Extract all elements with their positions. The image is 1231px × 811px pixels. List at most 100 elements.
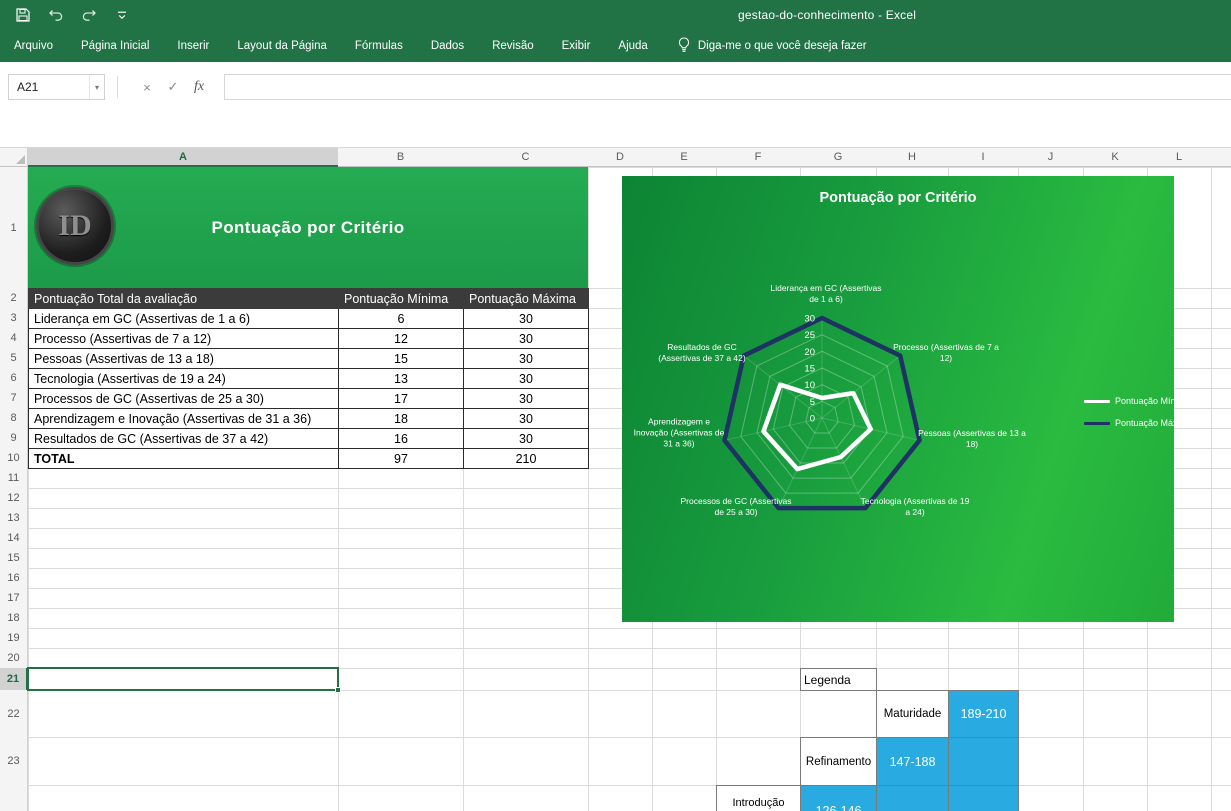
- score-cell[interactable]: 30: [464, 409, 589, 429]
- redo-icon[interactable]: [80, 6, 98, 24]
- column-header-G[interactable]: G: [800, 148, 877, 167]
- score-cell[interactable]: 210: [464, 449, 589, 469]
- row-header-partial[interactable]: [0, 785, 28, 811]
- ribbon-tab-página-inicial[interactable]: Página Inicial: [81, 30, 149, 62]
- enter-icon[interactable]: ✓: [160, 74, 186, 100]
- ribbon-tab-fórmulas[interactable]: Fórmulas: [355, 30, 403, 62]
- ribbon-tab-inserir[interactable]: Inserir: [177, 30, 209, 62]
- legend-level-label[interactable]: Introdução (Expansão): [716, 785, 801, 811]
- legend-item-max[interactable]: Pontuação Máxima: [1084, 418, 1174, 428]
- row-header-11[interactable]: 11: [0, 468, 28, 489]
- legend-empty-cell[interactable]: [948, 785, 1019, 811]
- column-header-A[interactable]: A: [28, 148, 339, 167]
- column-header-L[interactable]: L: [1147, 148, 1212, 167]
- score-cell[interactable]: 17: [339, 389, 464, 409]
- score-cell[interactable]: 30: [464, 349, 589, 369]
- score-cell[interactable]: 15: [339, 349, 464, 369]
- cancel-icon[interactable]: ×: [134, 74, 160, 100]
- select-all-corner[interactable]: [0, 148, 28, 167]
- row-header-12[interactable]: 12: [0, 488, 28, 509]
- undo-icon[interactable]: [47, 6, 65, 24]
- ribbon-tab-ajuda[interactable]: Ajuda: [618, 30, 647, 62]
- criterion-cell[interactable]: Processos de GC (Assertivas de 25 a 30): [29, 389, 339, 409]
- fill-handle[interactable]: [335, 687, 341, 693]
- name-box[interactable]: A21 ▾: [8, 74, 105, 100]
- row-header-8[interactable]: 8: [0, 408, 28, 429]
- selected-cell-a21[interactable]: [27, 667, 339, 691]
- row-header-10[interactable]: 10: [0, 448, 28, 469]
- criterion-cell[interactable]: Pessoas (Assertivas de 13 a 18): [29, 349, 339, 369]
- customize-toolbar-icon[interactable]: [113, 6, 131, 24]
- row-header-5[interactable]: 5: [0, 348, 28, 369]
- legend-level-label[interactable]: Refinamento: [800, 737, 877, 786]
- row-header-7[interactable]: 7: [0, 388, 28, 409]
- criterion-cell[interactable]: Processo (Assertivas de 7 a 12): [29, 329, 339, 349]
- column-header-H[interactable]: H: [876, 148, 949, 167]
- column-header-F[interactable]: F: [716, 148, 801, 167]
- legend-empty-cell[interactable]: [948, 737, 1019, 786]
- criterion-cell[interactable]: Resultados de GC (Assertivas de 37 a 42): [29, 429, 339, 449]
- legend-level-range[interactable]: 126-146: [800, 785, 877, 811]
- row-header-22[interactable]: 22: [0, 690, 28, 738]
- row-header-19[interactable]: 19: [0, 628, 28, 649]
- insert-function-icon[interactable]: fx: [186, 74, 212, 100]
- name-box-dropdown-icon[interactable]: ▾: [89, 75, 104, 99]
- ribbon-tab-revisão[interactable]: Revisão: [492, 30, 534, 62]
- header-criteria[interactable]: Pontuação Total da avaliação: [29, 289, 339, 309]
- score-cell[interactable]: 30: [464, 329, 589, 349]
- column-header-partial[interactable]: [1211, 148, 1231, 167]
- score-cell[interactable]: 97: [339, 449, 464, 469]
- column-header-J[interactable]: J: [1018, 148, 1084, 167]
- legend-level-range[interactable]: 147-188: [876, 737, 949, 786]
- row-header-15[interactable]: 15: [0, 548, 28, 569]
- row-header-23[interactable]: 23: [0, 737, 28, 786]
- legend-level-label[interactable]: Maturidade: [876, 690, 949, 738]
- score-cell[interactable]: 18: [339, 409, 464, 429]
- score-cell[interactable]: 16: [339, 429, 464, 449]
- score-cell[interactable]: 6: [339, 309, 464, 329]
- row-header-2[interactable]: 2: [0, 288, 28, 309]
- legend-level-range[interactable]: 189-210: [948, 690, 1019, 738]
- column-header-C[interactable]: C: [463, 148, 589, 167]
- ribbon-tab-layout-da-página[interactable]: Layout da Página: [237, 30, 327, 62]
- legend-item-min[interactable]: Pontuação Mínima: [1084, 396, 1174, 406]
- row-header-20[interactable]: 20: [0, 648, 28, 669]
- criterion-cell[interactable]: Tecnologia (Assertivas de 19 a 24): [29, 369, 339, 389]
- score-cell[interactable]: 13: [339, 369, 464, 389]
- row-header-6[interactable]: 6: [0, 368, 28, 389]
- score-cell[interactable]: 30: [464, 369, 589, 389]
- tell-me-box[interactable]: Diga-me o que você deseja fazer: [678, 30, 867, 62]
- ribbon-tab-arquivo[interactable]: Arquivo: [14, 30, 53, 62]
- column-header-B[interactable]: B: [338, 148, 464, 167]
- ribbon-tab-dados[interactable]: Dados: [431, 30, 464, 62]
- score-cell[interactable]: 30: [464, 389, 589, 409]
- score-cell[interactable]: 30: [464, 309, 589, 329]
- row-header-13[interactable]: 13: [0, 508, 28, 529]
- row-header-1[interactable]: 1: [0, 167, 28, 289]
- row-header-3[interactable]: 3: [0, 308, 28, 329]
- header-min[interactable]: Pontuação Mínima: [339, 289, 464, 309]
- row-header-16[interactable]: 16: [0, 568, 28, 589]
- legend-table-title[interactable]: Legenda: [800, 668, 877, 691]
- column-header-D[interactable]: D: [588, 148, 653, 167]
- column-header-E[interactable]: E: [652, 148, 717, 167]
- criterion-cell[interactable]: Liderança em GC (Assertivas de 1 a 6): [29, 309, 339, 329]
- column-header-K[interactable]: K: [1083, 148, 1148, 167]
- column-header-I[interactable]: I: [948, 148, 1019, 167]
- legend-empty-cell[interactable]: [876, 785, 949, 811]
- criterion-cell[interactable]: Aprendizagem e Inovação (Assertivas de 3…: [29, 409, 339, 429]
- row-header-17[interactable]: 17: [0, 588, 28, 609]
- header-max[interactable]: Pontuação Máxima: [464, 289, 589, 309]
- score-cell[interactable]: 30: [464, 429, 589, 449]
- criterion-cell[interactable]: TOTAL: [29, 449, 339, 469]
- row-header-21[interactable]: 21: [0, 668, 28, 691]
- score-cell[interactable]: 12: [339, 329, 464, 349]
- radar-chart[interactable]: Pontuação por Critério 051015202530 Lide…: [622, 176, 1174, 622]
- formula-input[interactable]: [224, 74, 1231, 100]
- ribbon-tab-exibir[interactable]: Exibir: [562, 30, 591, 62]
- save-icon[interactable]: [14, 6, 32, 24]
- row-header-9[interactable]: 9: [0, 428, 28, 449]
- row-header-18[interactable]: 18: [0, 608, 28, 629]
- row-header-4[interactable]: 4: [0, 328, 28, 349]
- row-header-14[interactable]: 14: [0, 528, 28, 549]
